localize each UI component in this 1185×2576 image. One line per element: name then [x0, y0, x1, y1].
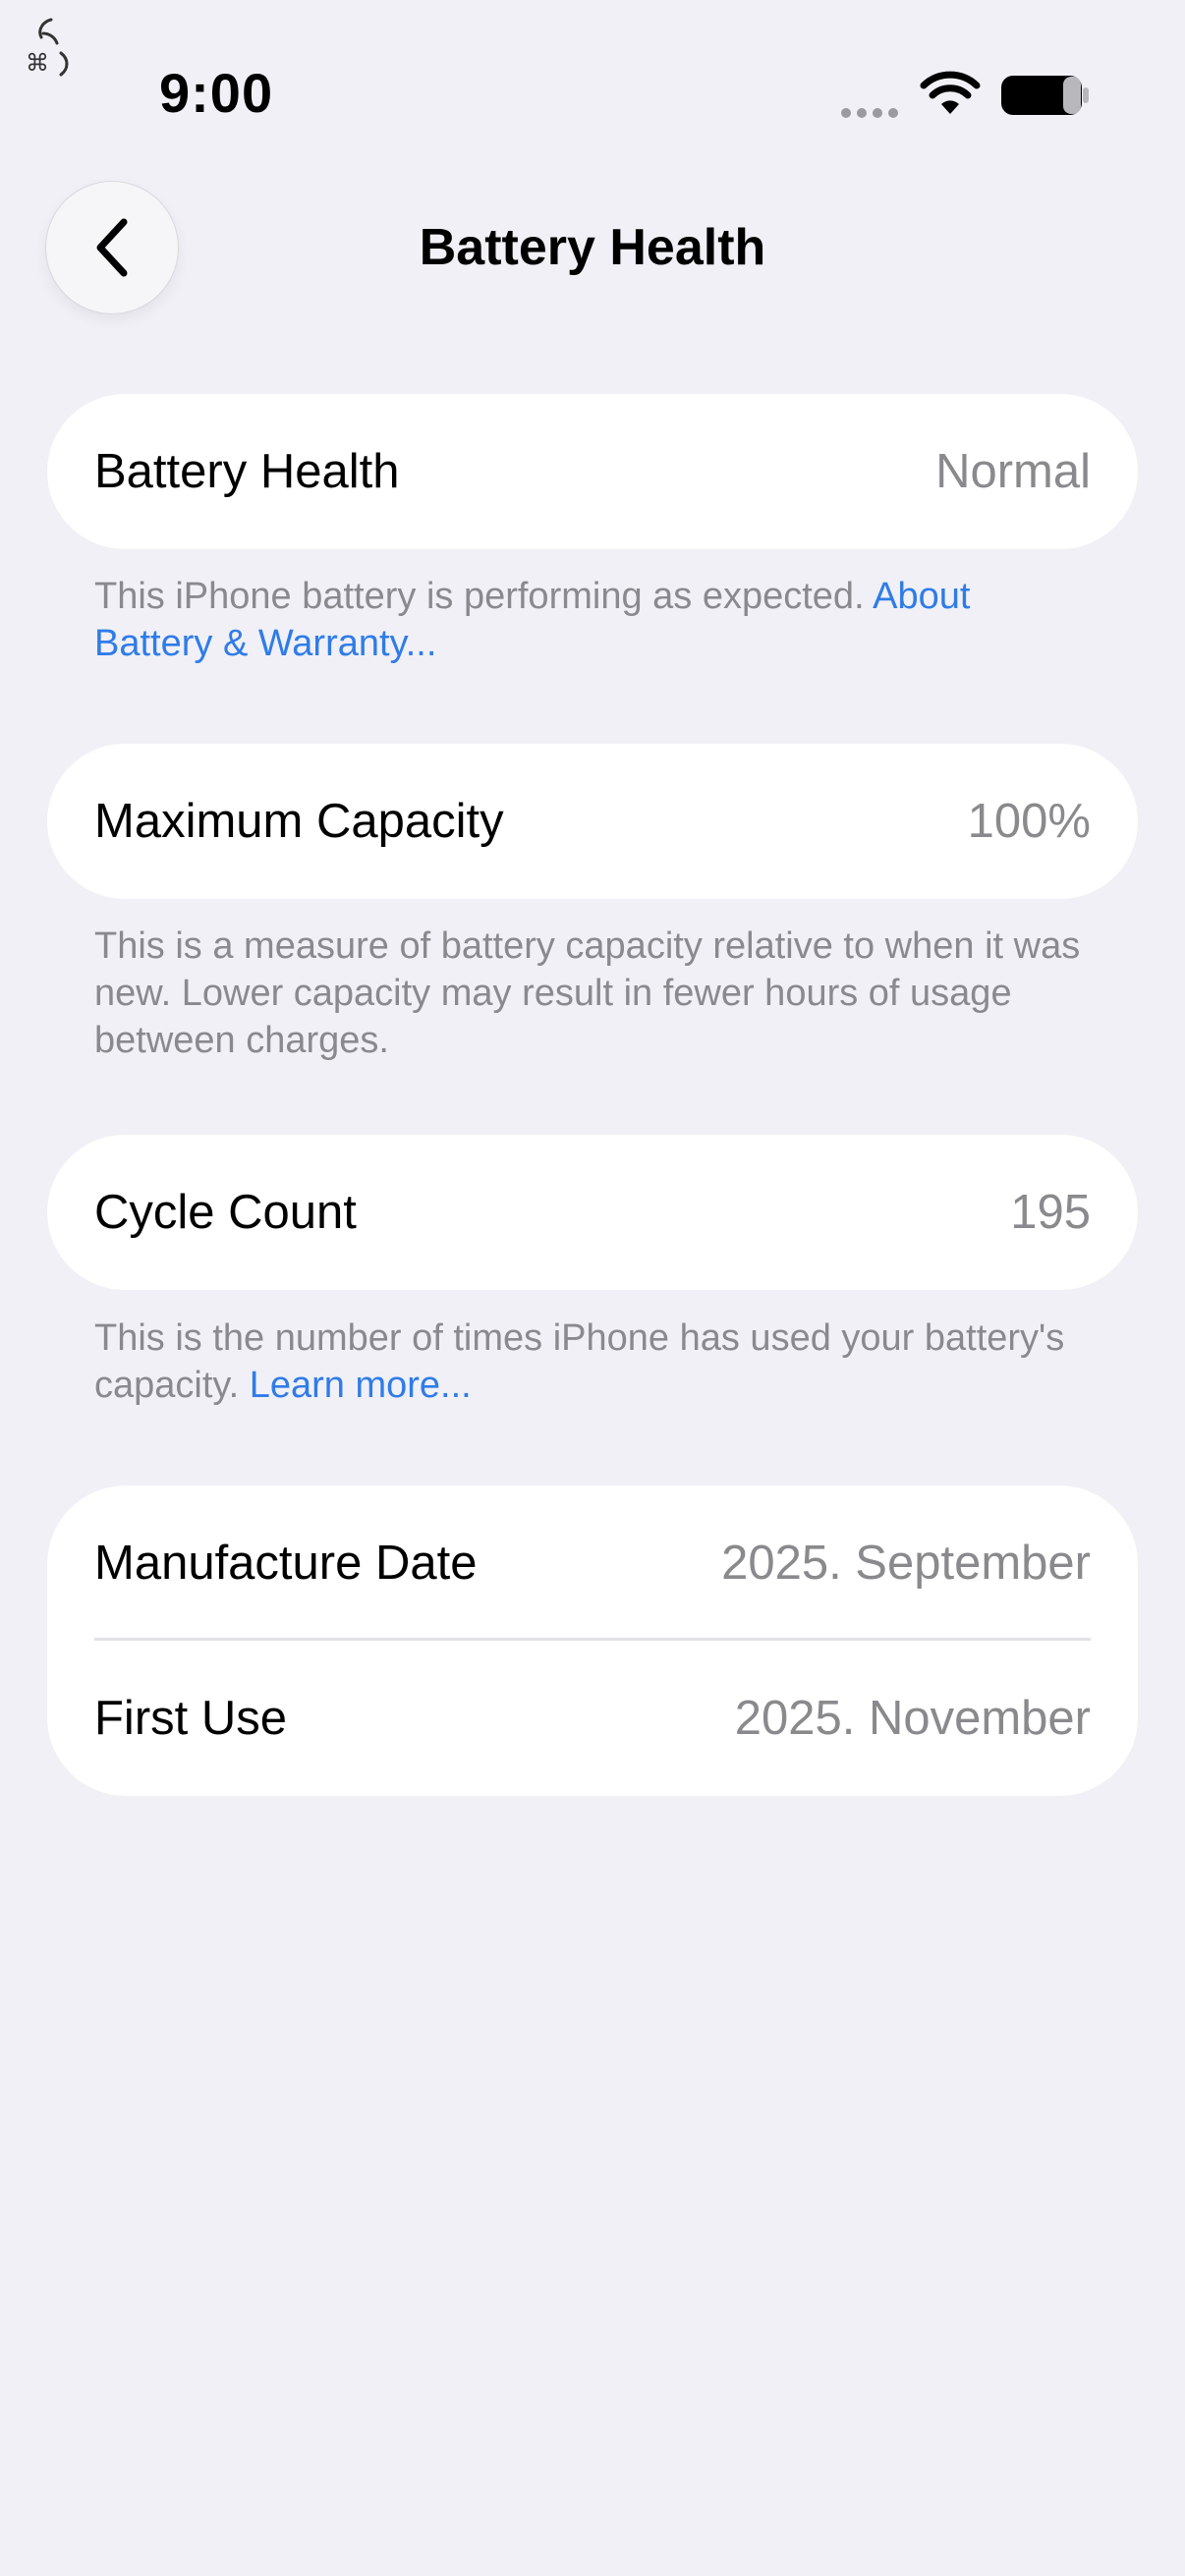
cycle-count-card: Cycle Count 195	[47, 1135, 1138, 1290]
app-logo-icon: ⌘	[26, 18, 69, 77]
cycle-count-note-text: This is the number of times iPhone has u…	[94, 1317, 1065, 1406]
first-use-row: First Use 2025. November	[47, 1641, 1138, 1796]
battery-health-value: Normal	[935, 445, 1091, 498]
battery-health-label: Battery Health	[94, 445, 400, 498]
battery-health-row: Battery Health Normal	[47, 394, 1138, 549]
cycle-count-row: Cycle Count 195	[47, 1135, 1138, 1290]
maximum-capacity-card: Maximum Capacity 100%	[47, 744, 1138, 899]
cycle-count-value: 195	[1010, 1186, 1091, 1239]
manufacture-date-value: 2025. September	[721, 1537, 1091, 1590]
manufacture-date-label: Manufacture Date	[94, 1537, 478, 1590]
cycle-count-label: Cycle Count	[94, 1186, 357, 1239]
maximum-capacity-row: Maximum Capacity 100%	[47, 744, 1138, 899]
wifi-icon	[920, 71, 981, 114]
maximum-capacity-note: This is a measure of battery capacity re…	[94, 925, 1081, 1061]
battery-icon	[1001, 76, 1089, 115]
status-time: 9:00	[159, 62, 274, 124]
battery-health-card: Battery Health Normal	[47, 394, 1138, 549]
cellular-signal-icon	[841, 108, 898, 118]
first-use-label: First Use	[94, 1692, 287, 1745]
manufacture-date-row: Manufacture Date 2025. September	[47, 1485, 1138, 1641]
page-title: Battery Health	[419, 219, 766, 276]
maximum-capacity-value: 100%	[967, 795, 1091, 848]
battery-health-screen: ⌘ 9:00 Battery Health Battery Health Nor…	[0, 0, 1185, 2576]
first-use-value: 2025. November	[734, 1692, 1091, 1745]
status-icons	[835, 69, 1091, 118]
dates-card: Manufacture Date 2025. September First U…	[47, 1485, 1138, 1796]
maximum-capacity-label: Maximum Capacity	[94, 795, 504, 848]
battery-health-note-text: This iPhone battery is performing as exp…	[94, 576, 874, 617]
svg-text:⌘: ⌘	[26, 49, 49, 77]
battery-health-note: This iPhone battery is performing as exp…	[94, 573, 1087, 667]
cycle-count-note: This is the number of times iPhone has u…	[94, 1315, 1087, 1409]
learn-more-link[interactable]: Learn more...	[250, 1365, 472, 1406]
